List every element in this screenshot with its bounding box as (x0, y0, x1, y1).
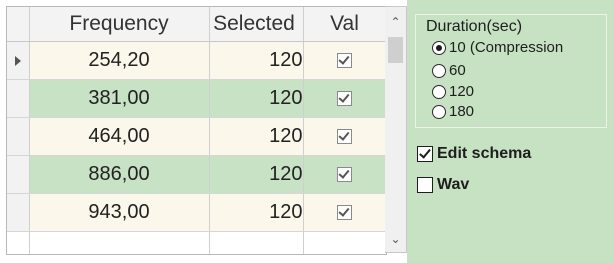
table-row[interactable]: 886,00 120 (7, 155, 386, 194)
app-window: Frequency Selected Val 254,20 120 381,00… (0, 0, 613, 263)
column-header-selected[interactable]: Selected (209, 7, 304, 42)
duration-groupbox: Duration(sec) 10 (Compression 60 120 180 (415, 14, 607, 128)
duration-group-title: Duration(sec) (426, 18, 523, 35)
edit-schema-checkbox-row[interactable]: Edit schema (417, 145, 531, 163)
radio-duration-10[interactable]: 10 (Compression (432, 39, 563, 56)
table-row[interactable]: 464,00 120 (7, 117, 386, 156)
empty-cell[interactable] (209, 231, 304, 254)
row-selector[interactable] (7, 41, 30, 80)
column-header-frequency[interactable]: Frequency (29, 7, 210, 42)
radio-label: 60 (449, 62, 466, 79)
selected-cell[interactable]: 120 (209, 193, 304, 232)
radio-duration-120[interactable]: 120 (432, 83, 474, 100)
table-row[interactable]: 943,00 120 (7, 193, 386, 232)
frequency-cell[interactable]: 254,20 (29, 41, 210, 80)
column-header-val[interactable]: Val (303, 7, 386, 42)
val-checkbox[interactable] (337, 167, 352, 183)
radio-button-icon[interactable] (432, 40, 446, 55)
chevron-down-icon[interactable]: ⌄ (385, 228, 406, 250)
wav-checkbox[interactable] (417, 177, 433, 193)
frequency-table: Frequency Selected Val 254,20 120 381,00… (7, 7, 386, 254)
radio-label: 10 (Compression (449, 39, 564, 56)
frequency-cell[interactable]: 464,00 (29, 117, 210, 156)
frequency-cell[interactable]: 886,00 (29, 155, 210, 194)
radio-button-icon[interactable] (432, 84, 446, 99)
val-cell[interactable] (303, 193, 386, 232)
empty-cell[interactable] (29, 231, 210, 254)
row-selector[interactable] (7, 231, 30, 254)
table-header-row: Frequency Selected Val (7, 7, 386, 42)
frequency-cell[interactable]: 943,00 (29, 193, 210, 232)
row-header-corner[interactable] (7, 7, 30, 42)
row-selector[interactable] (7, 155, 30, 194)
scrollbar-thumb[interactable] (388, 37, 403, 63)
empty-cell[interactable] (303, 231, 386, 254)
selected-cell[interactable]: 120 (209, 155, 304, 194)
val-cell[interactable] (303, 79, 386, 118)
radio-label: 120 (449, 83, 475, 100)
current-row-arrow-icon (14, 56, 21, 66)
row-selector[interactable] (7, 117, 30, 156)
new-row[interactable] (7, 231, 386, 254)
selected-cell[interactable]: 120 (209, 117, 304, 156)
vertical-scrollbar[interactable]: ⌃ ⌄ (385, 6, 407, 253)
val-checkbox[interactable] (337, 53, 352, 69)
val-cell[interactable] (303, 41, 386, 80)
val-checkbox[interactable] (337, 129, 352, 145)
radio-button-icon[interactable] (432, 63, 446, 78)
radio-duration-180[interactable]: 180 (432, 103, 474, 120)
options-panel: Duration(sec) 10 (Compression 60 120 180… (407, 0, 613, 263)
val-checkbox[interactable] (337, 205, 352, 221)
row-selector[interactable] (7, 193, 30, 232)
frequency-grid: Frequency Selected Val 254,20 120 381,00… (6, 6, 387, 255)
selected-cell[interactable]: 120 (209, 41, 304, 80)
radio-button-icon[interactable] (432, 104, 446, 119)
edit-schema-checkbox[interactable] (417, 146, 433, 162)
val-checkbox[interactable] (337, 91, 352, 107)
val-cell[interactable] (303, 155, 386, 194)
table-row[interactable]: 254,20 120 (7, 41, 386, 80)
wav-checkbox-row[interactable]: Wav (417, 176, 469, 194)
edit-schema-label: Edit schema (437, 145, 532, 162)
table-row[interactable]: 381,00 120 (7, 79, 386, 118)
wav-label: Wav (437, 176, 470, 193)
val-cell[interactable] (303, 117, 386, 156)
radio-duration-60[interactable]: 60 (432, 62, 466, 79)
row-selector[interactable] (7, 79, 30, 118)
chevron-up-icon[interactable]: ⌃ (385, 11, 406, 33)
selected-cell[interactable]: 120 (209, 79, 304, 118)
radio-label: 180 (449, 103, 475, 120)
frequency-cell[interactable]: 381,00 (29, 79, 210, 118)
